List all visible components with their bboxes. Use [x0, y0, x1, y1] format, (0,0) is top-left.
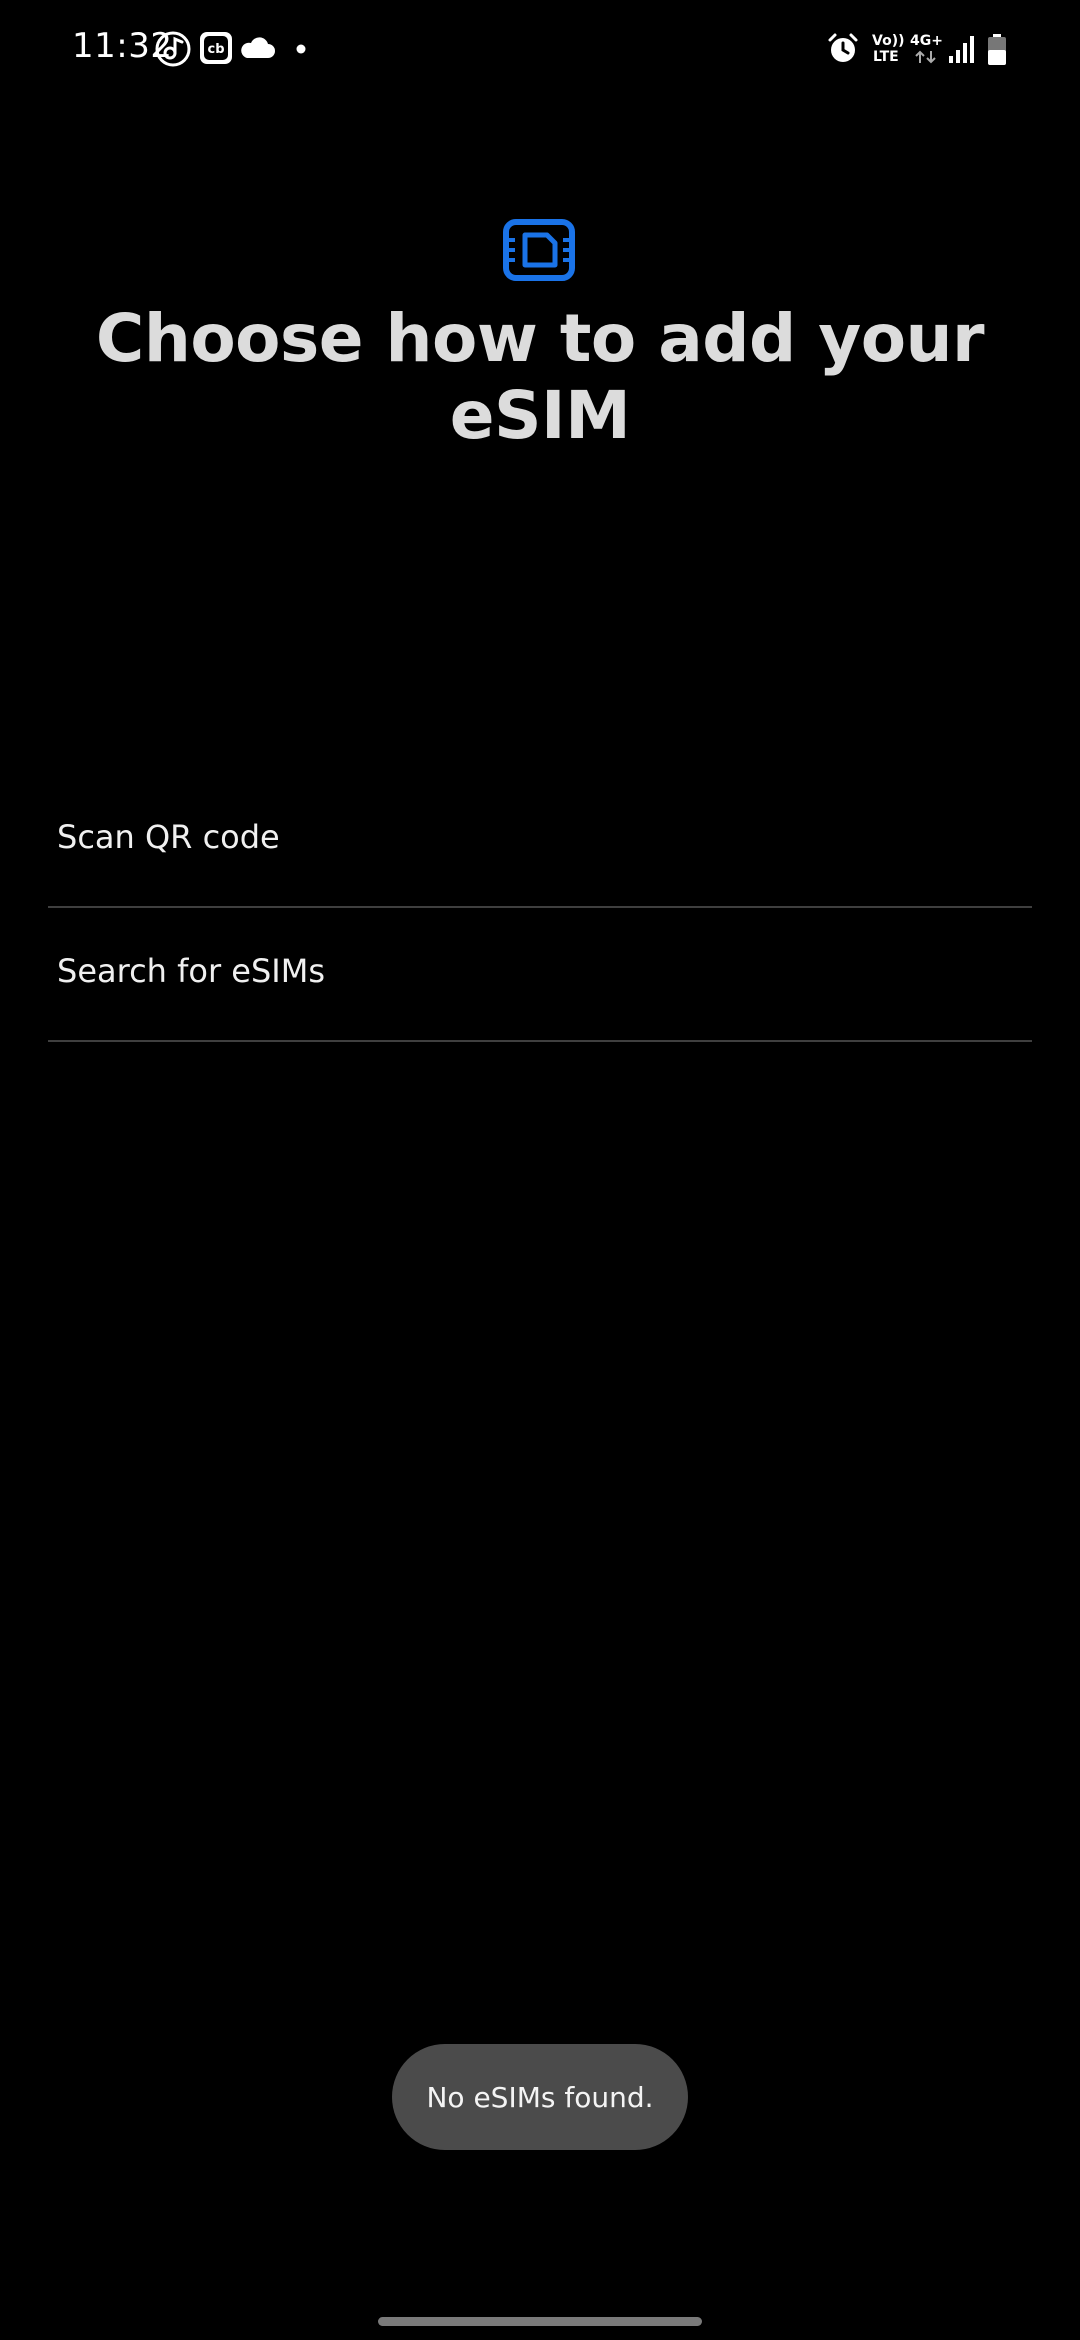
toast-message: No eSIMs found. [392, 2044, 688, 2150]
toast-text: No eSIMs found. [426, 2080, 654, 2114]
svg-text:cb: cb [207, 42, 224, 57]
data-arrows-icon [913, 50, 939, 64]
page-title: Choose how to add your eSIM [95, 300, 985, 454]
option-label: Search for eSIMs [57, 952, 325, 990]
search-for-esims-option[interactable]: Search for eSIMs [48, 908, 1032, 1042]
status-bar: 11:32 cb Vo)) LTE 4G+ [0, 0, 1080, 100]
music-icon [154, 30, 192, 68]
volte-line2: LTE [873, 49, 899, 65]
option-label: Scan QR code [57, 818, 280, 856]
cloud-icon [238, 36, 276, 60]
alarm-icon [826, 32, 860, 66]
scan-qr-code-option[interactable]: Scan QR code [48, 774, 1032, 908]
esim-card-icon [502, 218, 576, 282]
signal-icon [948, 34, 976, 64]
battery-icon [987, 34, 1007, 66]
cb-app-icon: cb [198, 30, 234, 66]
gesture-nav-handle[interactable] [378, 2317, 702, 2326]
dot-icon [296, 44, 306, 54]
options-list: Scan QR code Search for eSIMs [48, 774, 1032, 1042]
volte-line1: Vo)) [872, 33, 905, 49]
network-type: 4G+ [910, 33, 943, 49]
